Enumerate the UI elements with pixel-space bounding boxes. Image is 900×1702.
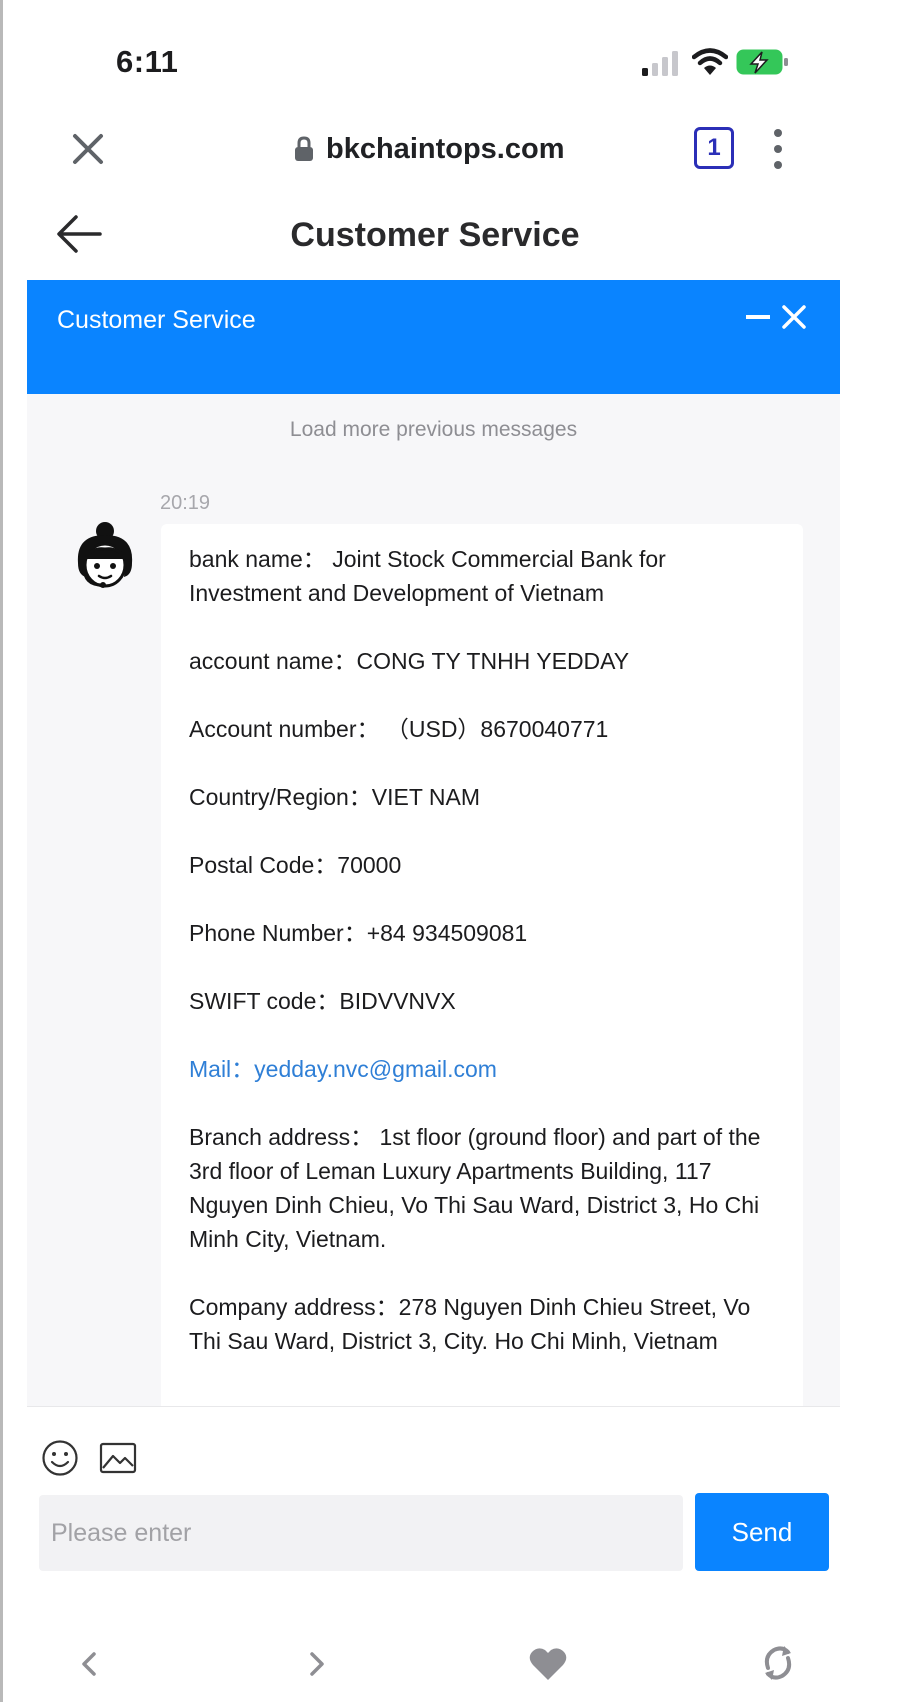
message-line-bank-name: bank name： Joint Stock Commercial Bank f…: [189, 546, 666, 606]
message-line-mail-link[interactable]: Mail：yedday.nvc@gmail.com: [189, 1052, 775, 1086]
tabs-button[interactable]: 1: [694, 127, 734, 169]
agent-avatar-icon: [77, 522, 133, 588]
load-more-link[interactable]: Load more previous messages: [27, 418, 840, 442]
chat-input-area: Send: [27, 1406, 840, 1586]
message-line-account-number: Account number： （USD）8670040771: [189, 716, 609, 742]
tab-count-label: 1: [707, 134, 721, 161]
address-bar[interactable]: bkchaintops.com: [294, 129, 565, 169]
url-text: bkchaintops.com: [326, 132, 565, 165]
wifi-icon: [692, 48, 728, 75]
lock-icon: [295, 136, 313, 161]
minimize-icon[interactable]: [746, 315, 770, 319]
image-icon[interactable]: [99, 1441, 137, 1475]
chevron-left-icon[interactable]: [78, 1648, 100, 1680]
more-vertical-icon[interactable]: [768, 127, 788, 171]
chevron-right-icon[interactable]: [306, 1648, 328, 1680]
chat-messages[interactable]: Load more previous messages 20:19 bank n…: [27, 394, 840, 1406]
cellular-signal-icon: [642, 51, 678, 76]
browser-bar: bkchaintops.com 1: [0, 115, 900, 185]
page-title: Customer Service: [290, 216, 580, 254]
message-line-branch-address: Branch address： 1st floor (ground floor)…: [189, 1124, 761, 1252]
message-line-swift: SWIFT code：BIDVVNVX: [189, 988, 456, 1014]
message-line-company-address: Company address：278 Nguyen Dinh Chieu St…: [189, 1294, 751, 1354]
message-bubble: bank name： Joint Stock Commercial Bank f…: [161, 524, 803, 1406]
message-timestamp: 20:19: [160, 492, 211, 514]
message-line-phone: Phone Number：+84 934509081: [189, 920, 528, 946]
status-time: 6:11: [116, 44, 179, 79]
browser-bottom-toolbar: [0, 1620, 900, 1702]
message-input[interactable]: [39, 1495, 683, 1571]
message-line-account-name: account name：CONG TY TNHH YEDDAY: [189, 648, 630, 674]
battery-charging-icon: [736, 49, 788, 75]
send-button[interactable]: Send: [695, 1493, 829, 1571]
heart-icon[interactable]: [528, 1646, 568, 1682]
chat-title: Customer Service: [57, 306, 256, 334]
chat-close-icon[interactable]: [781, 304, 807, 330]
chat-header: Customer Service: [27, 280, 840, 394]
status-bar: 6:11: [0, 0, 900, 110]
close-icon[interactable]: [70, 131, 106, 167]
message-line-postal-code: Postal Code：70000: [189, 852, 402, 878]
emoji-icon[interactable]: [41, 1439, 79, 1477]
refresh-icon[interactable]: [760, 1644, 796, 1682]
message-line-country: Country/Region：VIET NAM: [189, 784, 481, 810]
page-header: Customer Service: [0, 200, 900, 270]
